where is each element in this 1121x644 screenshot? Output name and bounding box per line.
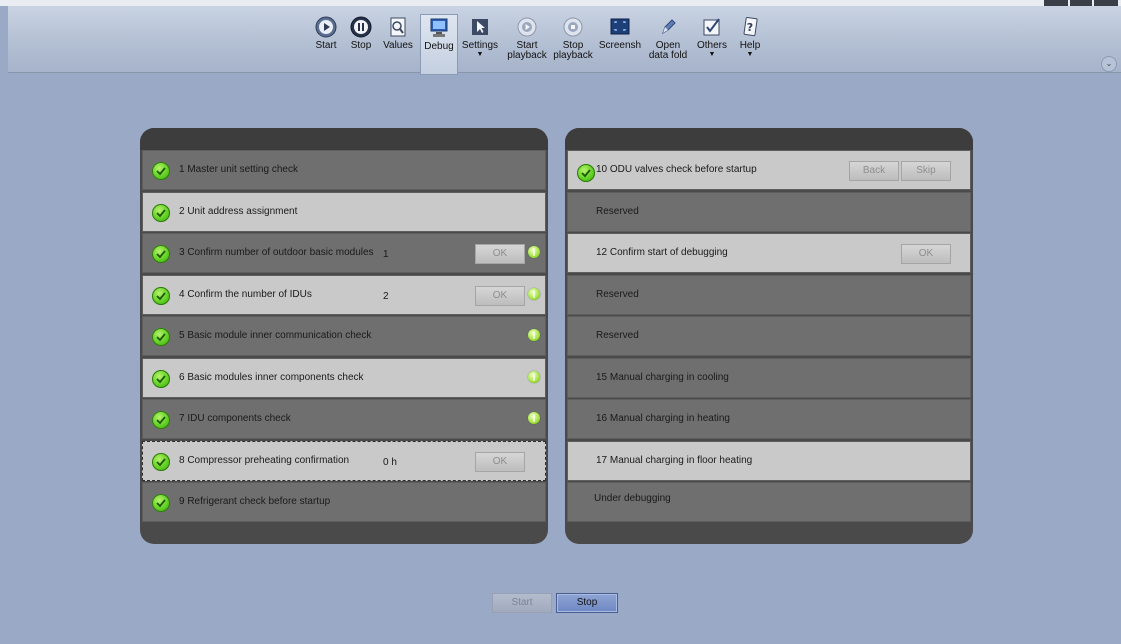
toolbar-open-data-folder-button[interactable]: Open data fold xyxy=(646,14,690,74)
step-row-4[interactable]: 4 Confirm the number of IDUs 2 OK xyxy=(142,274,546,315)
toolbar-start-playback-button[interactable]: Start playback xyxy=(506,14,548,74)
stop-disc-icon xyxy=(563,17,583,37)
step-row-16[interactable]: 16 Manual charging in heating xyxy=(567,399,971,439)
step-label: 4 Confirm the number of IDUs xyxy=(179,288,312,300)
toolbar-others-button[interactable]: Others ▼ xyxy=(692,14,732,74)
pause-icon xyxy=(350,16,372,38)
toolbar-debug-button[interactable]: Debug xyxy=(420,14,458,75)
stop-button[interactable]: Stop xyxy=(556,593,618,613)
step-value: 1 xyxy=(383,249,389,260)
check-icon xyxy=(152,203,170,222)
back-button[interactable]: Back xyxy=(849,161,899,181)
ok-button[interactable]: OK xyxy=(901,244,951,264)
step-label: 15 Manual charging in cooling xyxy=(596,371,729,383)
debug-status-text: Under debugging xyxy=(594,493,671,504)
step-row-reserved[interactable]: Reserved xyxy=(567,191,971,232)
step-row-7[interactable]: 7 IDU components check xyxy=(142,399,546,439)
document-magnifier-icon xyxy=(390,17,406,37)
step-value: 2 xyxy=(383,290,389,302)
step-row-5[interactable]: 5 Basic module inner communication check xyxy=(142,316,546,356)
play-disc-icon xyxy=(517,17,537,37)
toolbar-help-button[interactable]: ? Help ▼ xyxy=(730,14,770,74)
panel-header xyxy=(565,128,973,150)
monitor-icon xyxy=(430,18,448,37)
step-label: 2 Unit address assignment xyxy=(179,205,298,217)
step-row-6[interactable]: 6 Basic modules inner components check xyxy=(142,357,546,398)
check-icon xyxy=(152,369,170,388)
step-row-8[interactable]: 8 Compressor preheating confirmation 0 h… xyxy=(142,440,546,481)
step-row-15[interactable]: 15 Manual charging in cooling xyxy=(567,357,971,398)
step-row-2[interactable]: 2 Unit address assignment xyxy=(142,191,546,232)
status-led-icon xyxy=(528,329,540,341)
svg-text:?: ? xyxy=(747,21,753,34)
chevron-down-icon: ▼ xyxy=(476,51,484,58)
step-row-reserved[interactable]: Reserved xyxy=(567,316,971,356)
pointer-icon xyxy=(472,19,488,35)
debug-steps-right-panel: 10 ODU valves check before startup Back … xyxy=(565,128,973,544)
toolbar-stop-playback-button[interactable]: Stop playback xyxy=(551,14,595,74)
toolbar-settings-button[interactable]: Settings ▼ xyxy=(460,14,500,74)
step-row-9[interactable]: 9 Refrigerant check before startup xyxy=(142,482,546,522)
step-label: 3 Confirm number of outdoor basic module… xyxy=(179,247,374,258)
check-icon xyxy=(152,162,170,180)
step-value: 0 h xyxy=(383,456,397,468)
step-label: 10 ODU valves check before startup xyxy=(596,164,757,175)
toolbar: Start Stop Values Debug Settings ▼ Start… xyxy=(8,6,1121,75)
step-row-1[interactable]: 1 Master unit setting check xyxy=(142,150,546,190)
check-icon xyxy=(577,164,595,182)
step-label: Reserved xyxy=(596,288,639,300)
check-icon xyxy=(152,452,170,471)
step-label: 6 Basic modules inner components check xyxy=(179,371,364,383)
step-label: Reserved xyxy=(596,330,639,341)
chevron-down-icon: ▼ xyxy=(708,51,716,58)
step-label: 8 Compressor preheating confirmation xyxy=(179,454,350,466)
step-label: 1 Master unit setting check xyxy=(179,164,298,175)
step-row-3[interactable]: 3 Confirm number of outdoor basic module… xyxy=(142,233,546,273)
toolbar-start-button[interactable]: Start xyxy=(306,14,346,74)
ok-button[interactable]: OK xyxy=(475,285,525,306)
panel-header xyxy=(140,128,548,150)
status-led-icon xyxy=(528,246,540,258)
toolbar-screenshot-button[interactable]: Screensh xyxy=(598,14,642,74)
debug-steps-left-panel: 1 Master unit setting check 2 Unit addre… xyxy=(140,128,548,544)
toolbar-values-button[interactable]: Values xyxy=(378,14,418,74)
status-led-icon xyxy=(528,412,540,424)
chevron-down-icon: ▼ xyxy=(746,51,754,58)
step-row-10[interactable]: 10 ODU valves check before startup Back … xyxy=(567,150,971,190)
start-button[interactable]: Start xyxy=(492,593,552,613)
check-icon xyxy=(152,328,170,346)
step-label: 5 Basic module inner communication check xyxy=(179,330,372,341)
step-label: 9 Refrigerant check before startup xyxy=(179,496,331,507)
ok-button[interactable]: OK xyxy=(475,451,525,472)
collapse-toolbar-button[interactable]: ⌄ xyxy=(1101,56,1117,72)
pen-icon xyxy=(662,19,676,35)
step-row-17[interactable]: 17 Manual charging in floor heating xyxy=(567,440,971,481)
toolbar-stop-button[interactable]: Stop xyxy=(341,14,381,74)
status-led-icon xyxy=(528,370,540,383)
play-icon xyxy=(315,16,337,38)
help-icon: ? xyxy=(743,17,758,37)
check-icon xyxy=(152,245,170,263)
check-icon xyxy=(152,286,170,305)
step-row-reserved[interactable]: Reserved xyxy=(567,274,971,315)
step-row-12[interactable]: 12 Confirm start of debugging OK xyxy=(567,233,971,273)
checklist-icon xyxy=(703,18,720,36)
step-label: Reserved xyxy=(596,205,639,217)
step-label: 7 IDU components check xyxy=(179,413,291,424)
skip-button[interactable]: Skip xyxy=(901,161,951,181)
check-icon xyxy=(152,494,170,512)
debug-status-row: Under debugging xyxy=(567,482,971,522)
step-label: 16 Manual charging in heating xyxy=(596,413,730,424)
screenshot-icon xyxy=(610,18,630,35)
ok-button[interactable]: OK xyxy=(475,244,525,264)
check-icon xyxy=(152,411,170,429)
step-label: 17 Manual charging in floor heating xyxy=(596,454,753,466)
step-label: 12 Confirm start of debugging xyxy=(596,247,728,258)
status-led-icon xyxy=(528,287,540,300)
